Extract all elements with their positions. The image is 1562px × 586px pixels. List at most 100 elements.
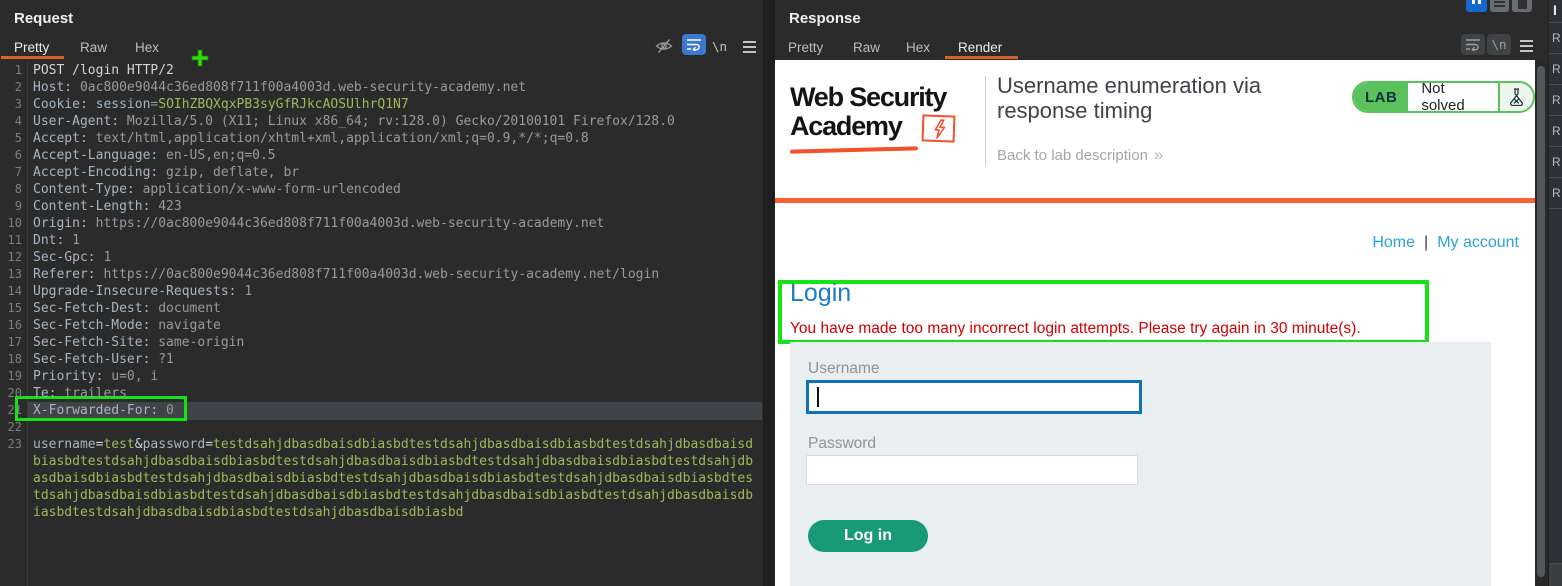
back-to-lab-link[interactable]: Back to lab description» (997, 145, 1163, 165)
username-input[interactable] (806, 380, 1142, 414)
request-line[interactable]: 1 POST /login HTTP/2 (0, 62, 762, 79)
inspector-section[interactable]: R (1549, 23, 1562, 54)
line-number: 11 (7, 233, 22, 247)
request-line[interactable]: 18 Sec-Fetch-User: ?1 (0, 351, 762, 368)
request-line[interactable]: 3 Cookie: session=SOIhZBQXqxPB3syGfRJkcAO… (0, 96, 762, 113)
rows-layout-button[interactable] (1490, 0, 1509, 12)
request-line[interactable]: 7 Accept-Encoding: gzip, deflate, br (0, 164, 762, 181)
lab-status-text: Not solved (1421, 81, 1465, 113)
academy-logo-text: Web Security (790, 82, 947, 112)
line-number: 23 (7, 437, 22, 451)
request-tab-hex[interactable]: Hex (135, 40, 159, 55)
academy-logo-text: Academy (790, 111, 903, 141)
hide-soft-newlines-icon[interactable] (655, 38, 673, 54)
burp-repeater-view: Request Pretty Raw Hex \n 1 POST /login H… (0, 0, 1562, 586)
lightning-bolt-icon (921, 114, 956, 143)
password-label: Password (808, 435, 877, 452)
rendered-response: Web Security Academy Username enumeratio… (775, 60, 1535, 586)
response-tab-raw[interactable]: Raw (853, 40, 880, 55)
request-line[interactable]: 13 Referer: https://0ac800e9044c36ed808f7… (0, 266, 762, 283)
response-tab-hex[interactable]: Hex (906, 40, 930, 55)
line-number: 9 (14, 199, 22, 213)
request-line[interactable]: 6 Accept-Language: en-US,en;q=0.5 (0, 147, 762, 164)
request-line[interactable]: 4 User-Agent: Mozilla/5.0 (X11; Linux x86… (0, 113, 762, 130)
lab-title: Username enumeration via response timing (997, 73, 1262, 123)
username-label: Username (808, 360, 880, 377)
lab-status-badge: LAB Not solved (1352, 81, 1535, 113)
inspector-section[interactable]: R (1549, 178, 1562, 209)
response-header: Response Pretty Raw Hex Render \n (775, 0, 1548, 60)
response-tab-render[interactable]: Render (958, 40, 1002, 55)
inspector-bottom-block (1549, 563, 1562, 586)
request-line[interactable]: 22 (0, 419, 762, 436)
response-menu-icon[interactable] (1520, 37, 1533, 55)
inspector-section[interactable]: R (1549, 147, 1562, 178)
flask-icon (1498, 83, 1533, 111)
double-chevron-icon: » (1153, 145, 1164, 164)
line-number: 3 (14, 97, 22, 111)
line-number: 20 (7, 386, 22, 400)
header-divider (985, 76, 986, 166)
line-number: 12 (7, 250, 22, 264)
request-line[interactable]: 11 Dnt: 1 (0, 232, 762, 249)
request-line[interactable]: 15 Sec-Fetch-Dest: document (0, 300, 762, 317)
line-number: 16 (7, 318, 22, 332)
response-tab-pretty[interactable]: Pretty (788, 40, 823, 55)
request-line[interactable]: 16 Sec-Fetch-Mode: navigate (0, 317, 762, 334)
line-number: 21 (7, 403, 22, 417)
request-tab-pretty[interactable]: Pretty (14, 40, 49, 55)
line-number: 18 (7, 352, 22, 366)
nav-separator: | (1424, 234, 1429, 251)
line-number: 4 (14, 114, 22, 128)
line-number: 17 (7, 335, 22, 349)
request-line[interactable]: 20 Te: trailers (0, 385, 762, 402)
request-line[interactable]: 23 username=test&password=testdsahjdbasdb… (0, 436, 762, 521)
request-line[interactable]: 12 Sec-Gpc: 1 (0, 249, 762, 266)
request-line[interactable]: 19 Priority: u=0, i (0, 368, 762, 385)
request-panel: Request Pretty Raw Hex \n 1 POST /login H… (0, 0, 763, 586)
inspector-title[interactable]: I (1549, 0, 1562, 23)
line-number: 19 (7, 369, 22, 383)
word-wrap-icon[interactable] (682, 34, 706, 55)
request-line[interactable]: 14 Upgrade-Insecure-Requests: 1 (0, 283, 762, 300)
show-newlines-icon[interactable]: \n (712, 39, 727, 54)
pause-button[interactable] (1466, 0, 1487, 12)
line-number: 6 (14, 148, 22, 162)
panel-splitter[interactable] (763, 0, 775, 586)
render-scrollbar (1535, 60, 1548, 586)
login-heading: Login (790, 279, 852, 307)
site-nav: Home | My account (1372, 234, 1519, 252)
my-account-link[interactable]: My account (1437, 234, 1519, 251)
request-tab-raw[interactable]: Raw (80, 40, 107, 55)
login-warning-text: You have made too many incorrect login a… (790, 320, 1361, 337)
active-tab-underline (1, 56, 64, 59)
inspector-collapsed-strip: I R R R R R R (1548, 0, 1562, 586)
word-wrap-icon[interactable] (1461, 34, 1485, 55)
inspector-section[interactable]: R (1549, 54, 1562, 85)
request-panel-title: Request (14, 10, 74, 27)
inspector-section[interactable]: R (1549, 85, 1562, 116)
password-input[interactable] (806, 455, 1138, 485)
request-line[interactable]: 21 X-Forwarded-For: 0 (0, 402, 762, 420)
line-number: 14 (7, 284, 22, 298)
log-in-button[interactable]: Log in (808, 520, 928, 552)
request-menu-icon[interactable] (743, 38, 756, 56)
request-line[interactable]: 8 Content-Type: application/x-www-form-ur… (0, 181, 762, 198)
request-line[interactable]: 10 Origin: https://0ac800e9044c36ed808f71… (0, 215, 762, 232)
request-line[interactable]: 5 Accept: text/html,application/xhtml+xml… (0, 130, 762, 147)
scrollbar-thumb[interactable] (1537, 66, 1545, 577)
request-line[interactable]: 9 Content-Length: 423 (0, 198, 762, 215)
line-number: 22 (7, 420, 22, 434)
request-line[interactable]: 2 Host: 0ac800e9044c36ed808f711f00a4003d.… (0, 79, 762, 96)
line-number: 5 (14, 131, 22, 145)
line-number: 8 (14, 182, 22, 196)
show-newlines-icon[interactable]: \n (1487, 34, 1511, 55)
home-link[interactable]: Home (1372, 234, 1415, 251)
line-number: 7 (14, 165, 22, 179)
request-line[interactable]: 17 Sec-Fetch-Site: same-origin (0, 334, 762, 351)
line-number: 10 (7, 216, 22, 230)
pane-layout-button[interactable] (1512, 0, 1532, 12)
request-editor[interactable]: 1 POST /login HTTP/2 2 Host: 0ac800e9044c36… (0, 62, 762, 586)
inspector-section[interactable]: R (1549, 116, 1562, 147)
logo-underline (789, 146, 919, 154)
